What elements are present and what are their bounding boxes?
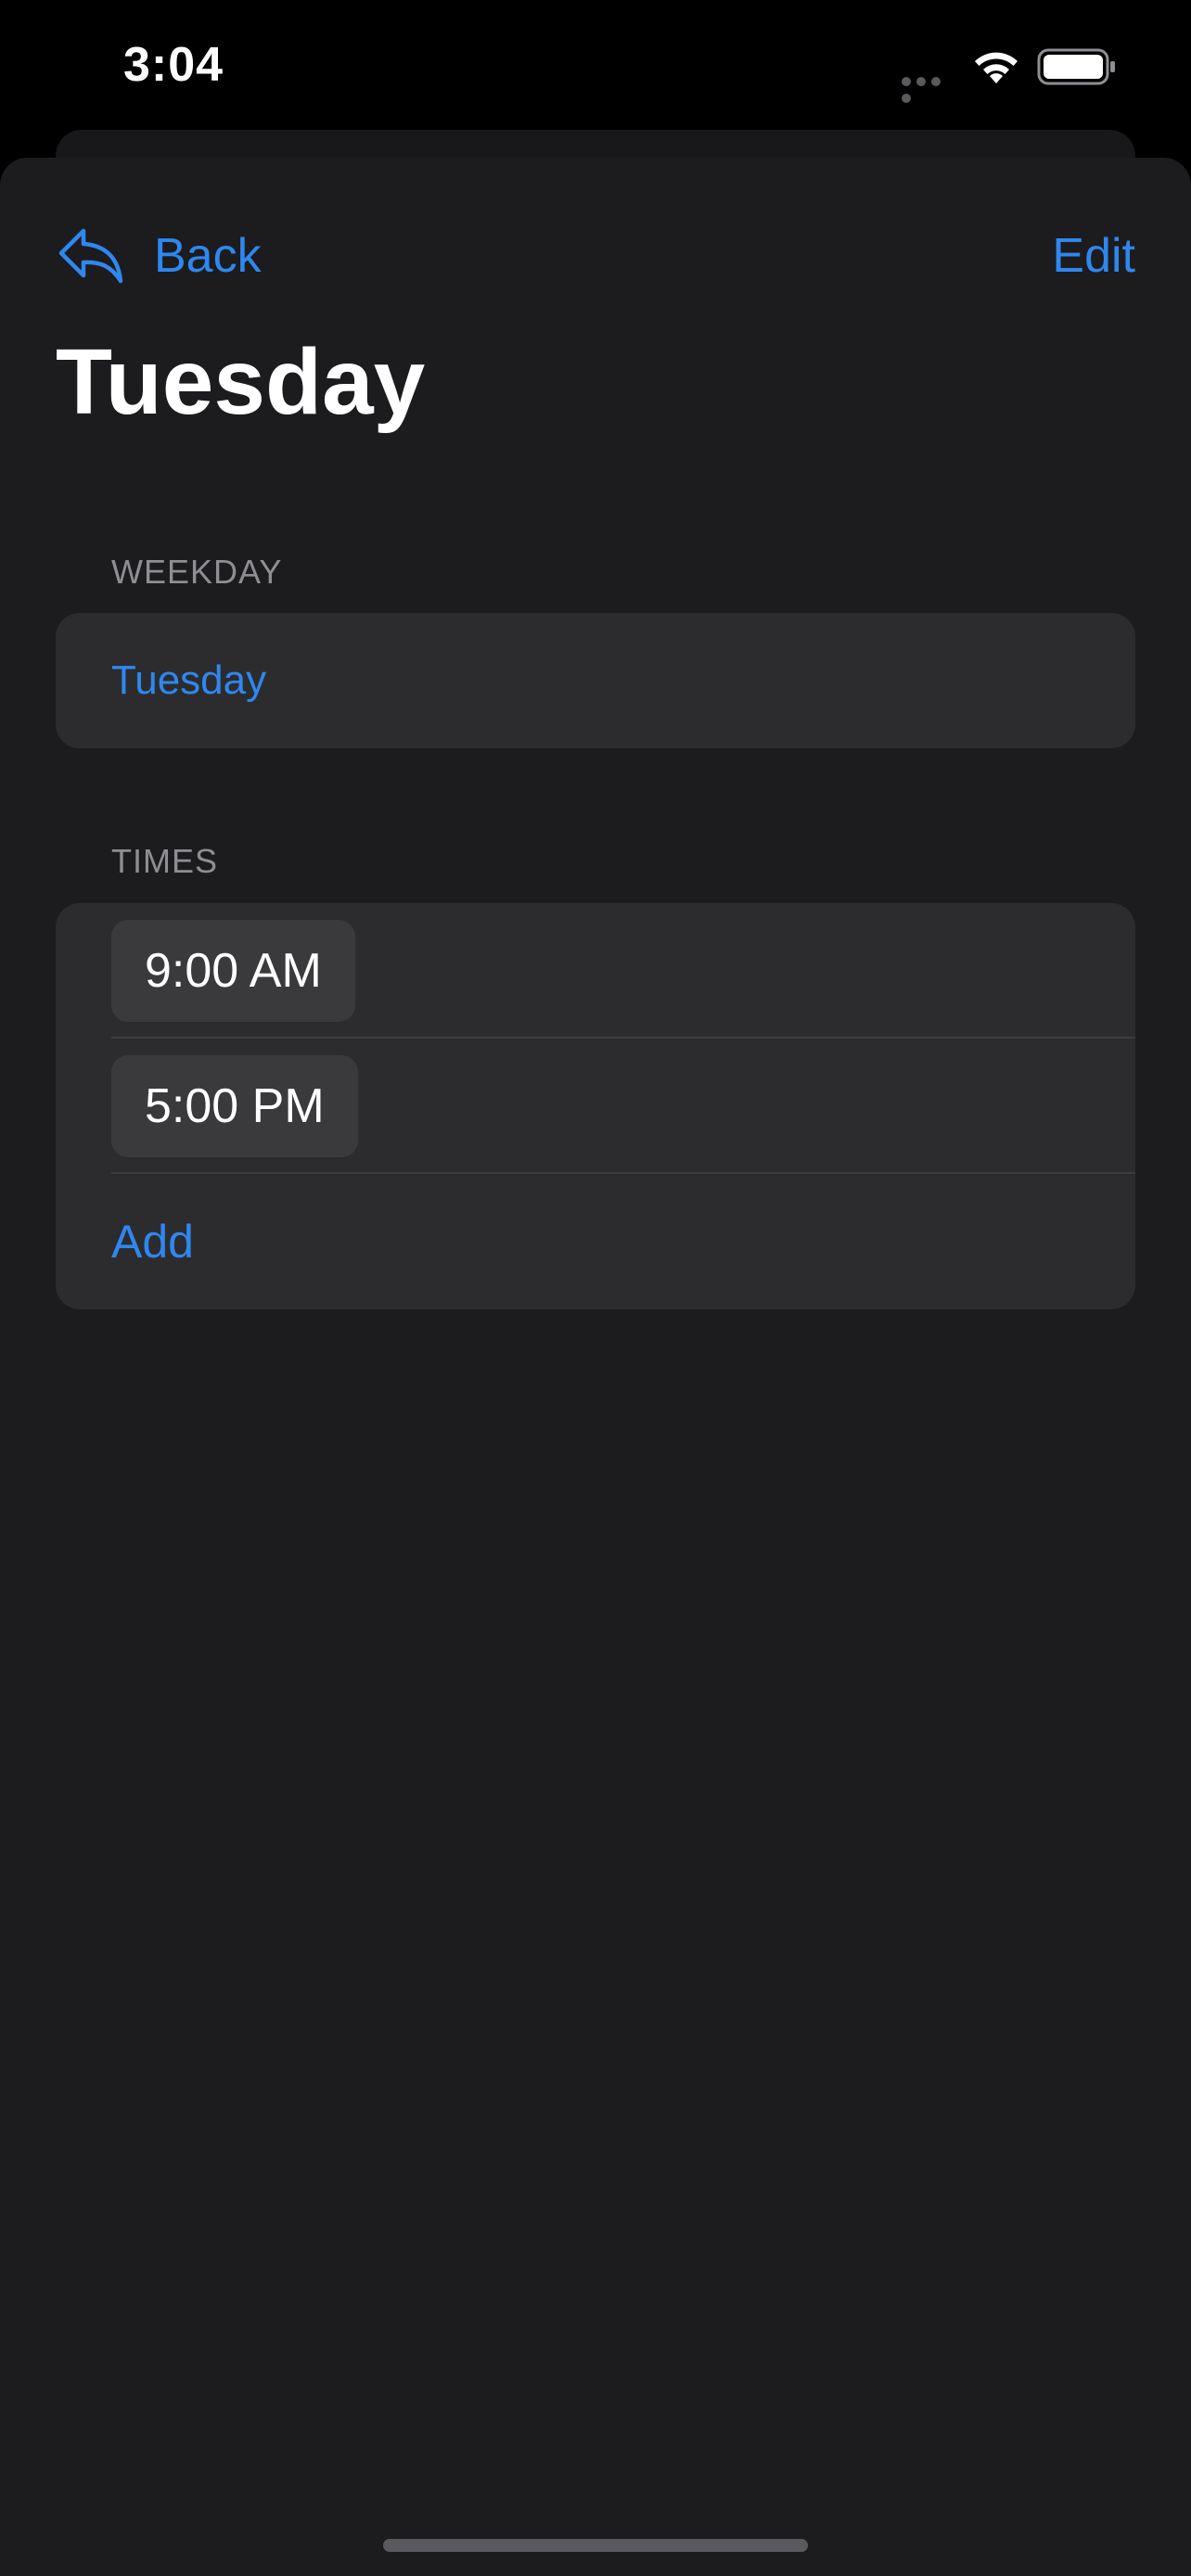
weekday-section-header: WEEKDAY bbox=[111, 553, 283, 591]
back-label: Back bbox=[154, 229, 262, 283]
time-picker[interactable]: 5:00 PM bbox=[111, 1055, 358, 1157]
battery-icon bbox=[1037, 48, 1115, 85]
edit-button[interactable]: Edit bbox=[1052, 210, 1135, 302]
times-group: 9:00 AM 5:00 PM Add bbox=[56, 903, 1135, 1309]
reply-arrow-icon bbox=[58, 228, 123, 284]
wifi-icon bbox=[975, 52, 1018, 83]
status-bar: 3:04 bbox=[0, 0, 1191, 130]
time-row: 9:00 AM bbox=[56, 903, 1135, 1039]
add-time-button[interactable]: Add bbox=[56, 1174, 1135, 1309]
navigation-bar: Back Edit bbox=[0, 210, 1191, 302]
cellular-signal-icon bbox=[902, 74, 959, 103]
back-button[interactable]: Back bbox=[56, 210, 262, 302]
time-row: 5:00 PM bbox=[56, 1039, 1135, 1174]
status-time: 3:04 bbox=[123, 38, 224, 92]
weekday-picker[interactable]: Tuesday bbox=[56, 613, 1135, 748]
screen: 3:04 Back Edit Tuesday WEEKDAY Tuesday T… bbox=[0, 0, 1191, 2576]
detail-sheet: Back Edit Tuesday WEEKDAY Tuesday TIMES … bbox=[0, 158, 1191, 2576]
time-picker[interactable]: 9:00 AM bbox=[111, 920, 355, 1022]
page-title: Tuesday bbox=[56, 330, 426, 434]
home-indicator[interactable] bbox=[383, 2539, 808, 2552]
times-section-header: TIMES bbox=[111, 842, 219, 880]
row-divider bbox=[111, 1172, 1135, 1174]
weekday-group: Tuesday bbox=[56, 613, 1135, 748]
